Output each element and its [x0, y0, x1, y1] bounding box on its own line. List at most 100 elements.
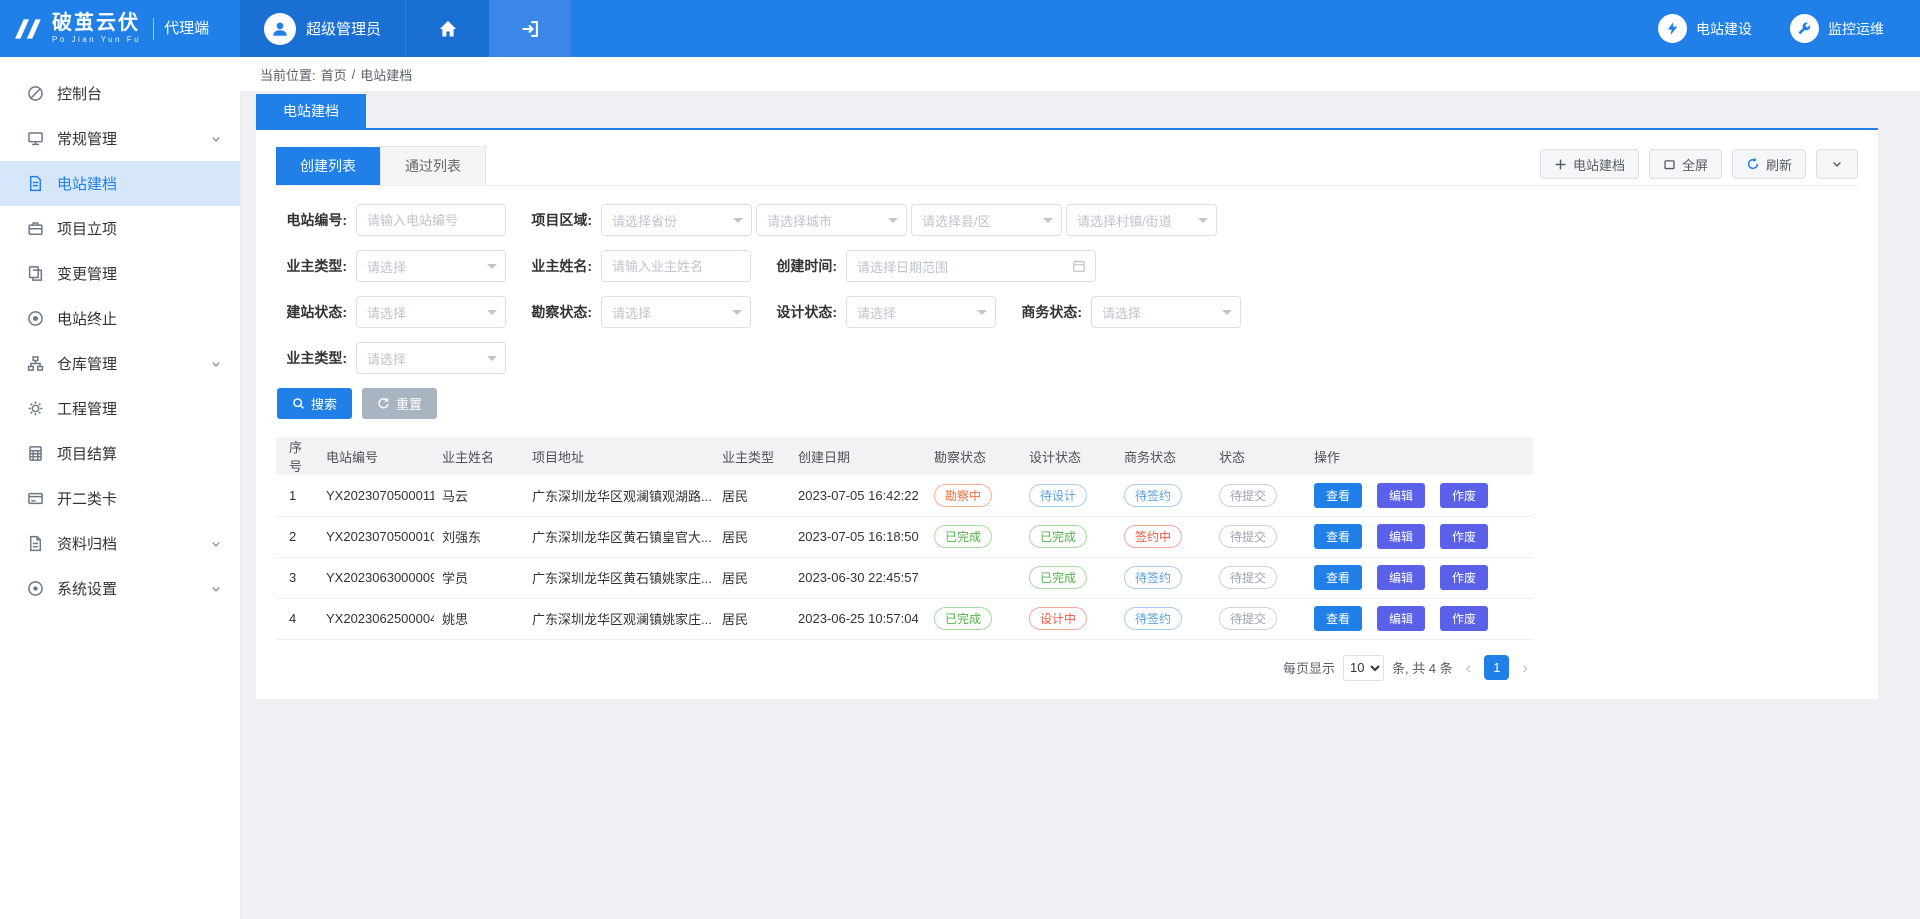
status-badge: 待提交 [1219, 525, 1277, 548]
edit-button[interactable]: 编辑 [1377, 606, 1425, 631]
caret-down-icon [1198, 218, 1208, 228]
void-button[interactable]: 作废 [1440, 483, 1488, 508]
lightning-icon [1658, 14, 1687, 43]
calculator-icon [27, 445, 44, 462]
caret-down-icon [1222, 310, 1232, 320]
stations-table: 序号 电站编号 业主姓名 项目地址 业主类型 创建日期 勘察状态 设计状态 商务… [276, 437, 1533, 640]
station-build-label: 电站建设 [1696, 19, 1752, 39]
sidebar-item-engineering-management[interactable]: 工程管理 [0, 386, 240, 431]
table-row: 1 YX2023070500011 马云 广东深圳龙华区观澜镇观湖路... 居民… [276, 475, 1533, 516]
plus-icon [1554, 158, 1567, 171]
create-time-range-picker[interactable]: 请选择日期范围 [846, 250, 1096, 282]
page-1-button[interactable]: 1 [1484, 655, 1509, 680]
breadcrumb-current: 电站建档 [360, 65, 412, 84]
view-button[interactable]: 查看 [1314, 483, 1362, 508]
home-button[interactable] [405, 0, 489, 57]
sidebar-item-system-settings[interactable]: 系统设置 [0, 566, 240, 611]
sitemap-icon [27, 355, 44, 372]
breadcrumb-home[interactable]: 首页 [321, 65, 347, 84]
archive-icon [27, 535, 44, 552]
sidebar-item-change-management[interactable]: 变更管理 [0, 251, 240, 296]
sidebar-item-project-initiation[interactable]: 项目立项 [0, 206, 240, 251]
home-icon [438, 19, 458, 39]
tab-create-list[interactable]: 创建列表 [276, 147, 380, 185]
owner-type2-select[interactable]: 请选择 [356, 342, 506, 374]
status-badge: 已完成 [934, 525, 992, 548]
view-button[interactable]: 查看 [1314, 606, 1362, 631]
per-page-select[interactable]: 10 [1343, 655, 1384, 681]
build-status-select[interactable]: 请选择 [356, 296, 506, 328]
caret-down-icon [732, 310, 742, 320]
brand-name: 破茧云伏 [52, 13, 141, 33]
station-no-input[interactable] [356, 204, 506, 236]
chevron-down-icon [210, 538, 222, 550]
survey-status-select[interactable]: 请选择 [601, 296, 751, 328]
user-name: 超级管理员 [306, 18, 381, 39]
region-label: 项目区域: [521, 210, 601, 230]
void-button[interactable]: 作废 [1440, 524, 1488, 549]
user-avatar-icon [264, 13, 296, 45]
fullscreen-button[interactable]: 全屏 [1649, 149, 1722, 179]
city-select[interactable]: 请选择城市 [756, 204, 907, 236]
owner-name-input[interactable] [601, 250, 751, 282]
sidebar-item-station-filing[interactable]: 电站建档 [0, 161, 240, 206]
sidebar-item-station-termination[interactable]: 电站终止 [0, 296, 240, 341]
sidebar-item-general-management[interactable]: 常规管理 [0, 116, 240, 161]
province-select[interactable]: 请选择省份 [601, 204, 752, 236]
brand-name-pinyin: Po Jian Yun Fu [52, 36, 141, 44]
tab-passed-list[interactable]: 通过列表 [380, 146, 486, 185]
monitor-ops-action[interactable]: 监控运维 [1790, 14, 1884, 43]
panel-toolbar: 电站建档 全屏 刷新 [1540, 149, 1858, 179]
table-header-row: 序号 电站编号 业主姓名 项目地址 业主类型 创建日期 勘察状态 设计状态 商务… [276, 437, 1533, 475]
search-button[interactable]: 搜索 [277, 388, 352, 419]
status-badge: 待提交 [1219, 566, 1277, 589]
logout-button[interactable] [489, 0, 571, 57]
edit-button[interactable]: 编辑 [1377, 524, 1425, 549]
collapse-toolbar-button[interactable] [1816, 149, 1858, 179]
county-select[interactable]: 请选择县/区 [911, 204, 1062, 236]
sidebar-item-warehouse-management[interactable]: 仓库管理 [0, 341, 240, 386]
sidebar-item-data-archive[interactable]: 资料归档 [0, 521, 240, 566]
breadcrumb: 当前位置: 首页 / 电站建档 [240, 57, 1920, 91]
refresh-button[interactable]: 刷新 [1732, 149, 1806, 179]
current-user[interactable]: 超级管理员 [240, 0, 405, 57]
edit-button[interactable]: 编辑 [1377, 483, 1425, 508]
main-content: 当前位置: 首页 / 电站建档 电站建档 创建列表 通过列表 电站建档 [240, 57, 1920, 919]
void-button[interactable]: 作废 [1440, 606, 1488, 631]
breadcrumb-prefix: 当前位置: [260, 65, 316, 84]
status-badge: 已完成 [1029, 566, 1087, 589]
monitor-icon [27, 130, 44, 147]
calendar-icon [1072, 259, 1086, 273]
search-icon [292, 397, 305, 410]
add-station-button[interactable]: 电站建档 [1540, 149, 1639, 179]
design-status-select[interactable]: 请选择 [846, 296, 996, 328]
next-page-button[interactable]: › [1517, 659, 1533, 676]
table-row: 3 YX2023063000009 学员 广东深圳龙华区黄石镇姚家庄... 居民… [276, 557, 1533, 598]
view-button[interactable]: 查看 [1314, 524, 1362, 549]
topbar-actions: 电站建设 监控运维 [1658, 0, 1884, 57]
monitor-ops-label: 监控运维 [1828, 19, 1884, 39]
settings-icon [27, 580, 44, 597]
business-status-select[interactable]: 请选择 [1091, 296, 1241, 328]
filter-form: 电站编号: 项目区域: 请选择省份 请选择城市 请选择县/区 请选择村镇/街道 [276, 204, 1858, 419]
card-icon [27, 490, 44, 507]
station-build-action[interactable]: 电站建设 [1658, 14, 1752, 43]
caret-down-icon [487, 310, 497, 320]
status-badge: 待签约 [1124, 484, 1182, 507]
edit-button[interactable]: 编辑 [1377, 565, 1425, 590]
town-select[interactable]: 请选择村镇/街道 [1066, 204, 1217, 236]
reset-button[interactable]: 重置 [362, 388, 437, 419]
chevron-down-icon [1831, 158, 1843, 170]
view-button[interactable]: 查看 [1314, 565, 1362, 590]
page-tab-station-filing[interactable]: 电站建档 [256, 94, 366, 128]
owner-type-select[interactable]: 请选择 [356, 250, 506, 282]
void-button[interactable]: 作废 [1440, 565, 1488, 590]
sidebar-item-project-settlement[interactable]: 项目结算 [0, 431, 240, 476]
create-time-label: 创建时间: [766, 256, 846, 276]
prev-page-button[interactable]: ‹ [1461, 659, 1477, 676]
logout-icon [520, 19, 540, 39]
sidebar-item-console[interactable]: 控制台 [0, 71, 240, 116]
content-card: 创建列表 通过列表 电站建档 全屏 刷新 [256, 130, 1878, 699]
sidebar-item-class2-card[interactable]: 开二类卡 [0, 476, 240, 521]
status-badge: 已完成 [934, 607, 992, 630]
